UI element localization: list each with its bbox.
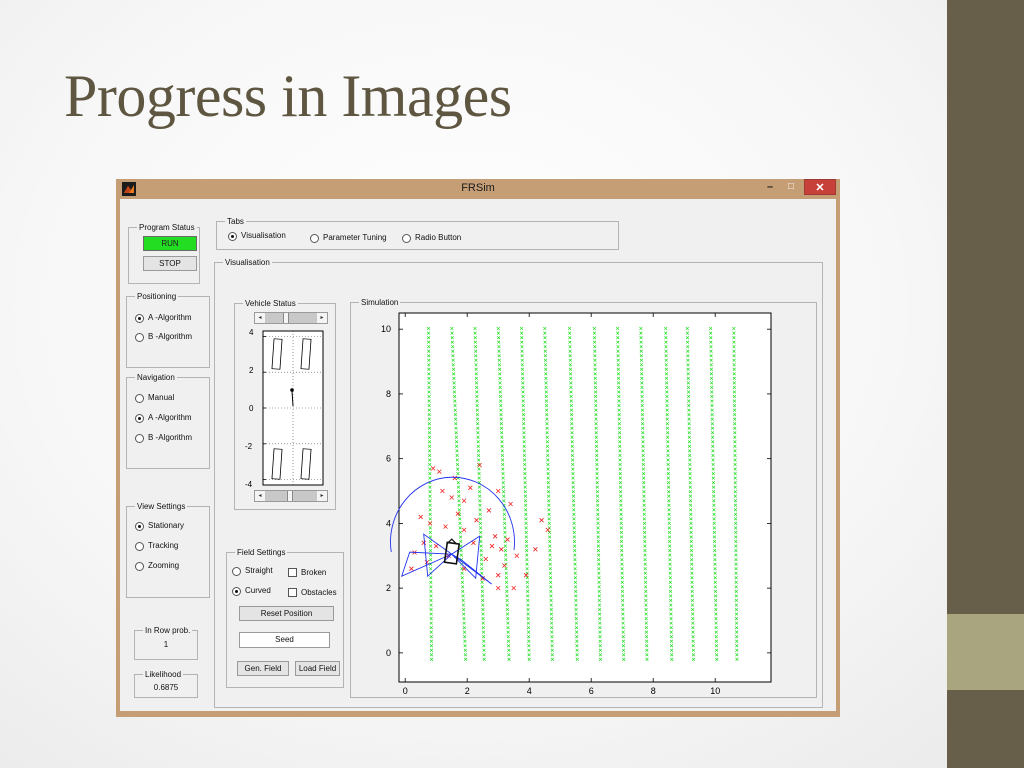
app-window: FRSim – □ ✕ Program Status RUN STOP Posi… [116,179,840,717]
visualisation-title: Visualisation [223,257,272,268]
reset-position-button[interactable]: Reset Position [239,606,334,621]
status-indicator: RUN [143,236,197,251]
navigation-title: Navigation [135,372,177,383]
vehicle-ytick-label: 4 [249,328,254,337]
vehicle-ytick-label: 0 [249,404,254,413]
y-tick-label: 8 [386,389,391,399]
field-radio-curved[interactable] [232,587,241,596]
obstacles-label: Obstacles [301,588,337,597]
vehicle-status-panel: Vehicle Status ◂ ▸ 4 2 0 -2 -4 ◂ ▸ [234,298,336,510]
positioning-panel: Positioning A -Algorithm B -Algorithm [126,291,210,368]
field-label-straight: Straight [245,566,273,575]
x-tick-label: 6 [589,686,594,696]
vehicle-ytick-label: -2 [245,442,253,451]
field-settings-panel: Field Settings Straight Broken Curved Ob… [226,547,344,688]
view-label-zooming: Zooming [148,561,180,570]
slider-right-arrow-icon[interactable]: ▸ [317,313,327,323]
tab-radio-radio-button[interactable] [402,234,411,243]
tab-label-parameter-tuning: Parameter Tuning [323,233,387,242]
positioning-label-b: B -Algorithm [148,332,193,341]
y-tick-label: 0 [386,648,391,658]
y-tick-label: 6 [386,454,391,464]
vehicle-top-slider[interactable]: ◂ ▸ [254,312,328,324]
slider-right-arrow-icon[interactable]: ▸ [317,491,327,501]
view-radio-stationary[interactable] [135,522,144,531]
view-radio-zooming[interactable] [135,562,144,571]
slider-left-arrow-icon[interactable]: ◂ [255,491,265,501]
broken-checkbox[interactable] [288,568,297,577]
tabs-title: Tabs [225,216,246,227]
vehicle-bottom-slider[interactable]: ◂ ▸ [254,490,328,502]
view-label-tracking: Tracking [148,541,179,550]
slide-side-accent [947,614,1024,690]
slide-title: Progress in Images [64,63,512,129]
slider-thumb[interactable] [287,491,293,501]
load-field-button[interactable]: Load Field [295,661,340,676]
vehicle-status-plot: 4 2 0 -2 -4 [245,328,324,489]
x-tick-label: 4 [527,686,532,696]
minimize-button[interactable]: – [762,179,778,197]
y-tick-label: 4 [386,518,391,528]
field-settings-title: Field Settings [235,547,288,558]
navigation-label-manual: Manual [148,393,175,402]
in-row-prob-panel: In Row prob. 1 [134,625,198,660]
in-row-prob-title: In Row prob. [143,625,193,636]
view-settings-panel: View Settings Stationary Tracking Zoomin… [126,501,210,598]
program-status-title: Program Status [137,222,197,233]
positioning-title: Positioning [135,291,179,302]
gen-field-button[interactable]: Gen. Field [237,661,289,676]
tab-radio-parameter-tuning[interactable] [310,234,319,243]
in-row-prob-value: 1 [163,640,169,649]
navigation-label-a: A -Algorithm [148,413,192,422]
likelihood-panel: Likelihood 0.6875 [134,669,198,698]
x-tick-label: 0 [403,686,408,696]
maximize-button[interactable]: □ [784,179,798,197]
simulation-panel: Simulation 0 2 4 6 8 10 0 2 4 6 8 10 [350,297,817,698]
program-status-panel: Program Status RUN STOP [128,222,200,284]
vehicle-ytick-labels: 4 2 0 -2 -4 [245,328,254,489]
tabs-panel: Tabs Visualisation Parameter Tuning Radi… [216,216,619,250]
likelihood-title: Likelihood [143,669,184,680]
navigation-radio-a[interactable] [135,414,144,423]
x-tick-label: 10 [710,686,720,696]
y-tick-label: 2 [386,583,391,593]
simulation-plot: 0 2 4 6 8 10 0 2 4 6 8 10 [381,312,772,696]
window-titlebar[interactable]: FRSim – □ ✕ [116,179,840,199]
x-tick-label: 8 [651,686,656,696]
navigation-panel: Navigation Manual A -Algorithm B -Algori… [126,372,210,469]
positioning-label-a: A -Algorithm [148,313,192,322]
view-label-stationary: Stationary [148,521,185,530]
y-tick-label: 10 [381,324,391,334]
view-radio-tracking[interactable] [135,542,144,551]
tab-label-visualisation: Visualisation [241,231,286,240]
window-title: FRSim [461,182,495,194]
view-settings-title: View Settings [135,501,188,512]
stop-button[interactable]: STOP [143,256,197,271]
close-button[interactable]: ✕ [804,179,836,195]
likelihood-value: 0.6875 [153,683,179,692]
x-tick-label: 2 [465,686,470,696]
slider-thumb[interactable] [283,313,289,323]
vehicle-status-title: Vehicle Status [243,298,298,309]
broken-label: Broken [301,568,327,577]
navigation-radio-b[interactable] [135,434,144,443]
vehicle-center-marker [290,388,294,392]
vehicle-ytick-label: 2 [249,366,254,375]
navigation-radio-manual[interactable] [135,394,144,403]
slider-left-arrow-icon[interactable]: ◂ [255,313,265,323]
tab-radio-visualisation[interactable] [228,232,237,241]
tab-label-radio-button: Radio Button [415,233,462,242]
window-client-area: Program Status RUN STOP Positioning A -A… [120,199,836,711]
seed-input[interactable]: Seed [239,632,330,648]
obstacles-checkbox[interactable] [288,588,297,597]
positioning-radio-a[interactable] [135,314,144,323]
vehicle-ytick-label: -4 [245,480,253,489]
field-label-curved: Curved [245,586,271,595]
positioning-radio-b[interactable] [135,333,144,342]
navigation-label-b: B -Algorithm [148,433,193,442]
field-radio-straight[interactable] [232,567,241,576]
